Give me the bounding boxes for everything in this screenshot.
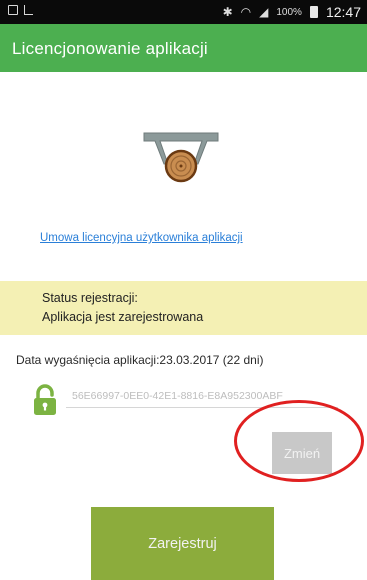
app-header: Licencjonowanie aplikacji [0, 24, 367, 72]
screenshot-icon [8, 5, 18, 15]
register-button[interactable]: Zarejestruj [91, 507, 274, 580]
license-key-field[interactable] [66, 384, 338, 408]
registration-status-value: Aplikacja jest zarejestrowana [42, 310, 204, 324]
main-content: Umowa licencyjna użytkownika aplikacji S… [0, 72, 367, 580]
clock: 12:47 [325, 4, 361, 20]
license-agreement-link[interactable]: Umowa licencyjna użytkownika aplikacji [40, 232, 243, 244]
status-bar: ✱ ◠ ◢ 100% 12:47 [0, 0, 367, 24]
registration-status-label: Status rejestracji: [42, 291, 138, 305]
battery-icon [309, 6, 318, 18]
wifi-icon: ◠ [240, 5, 252, 19]
battery-percent: 100% [276, 6, 302, 18]
status-bar-right: ✱ ◠ ◢ 100% 12:47 [223, 4, 361, 20]
sim-icon [24, 5, 33, 15]
expiry-date: Data wygaśnięcia aplikacji:23.03.2017 (2… [16, 353, 264, 367]
unlocked-padlock-icon [34, 384, 56, 415]
registration-status-box: Status rejestracji: Aplikacja jest zarej… [0, 281, 367, 335]
change-button[interactable]: Zmień [272, 432, 332, 474]
status-bar-left [8, 5, 33, 15]
bluetooth-icon: ✱ [222, 5, 233, 19]
app-logo-icon [143, 132, 219, 183]
signal-icon: ◢ [259, 5, 269, 19]
page-title: Licencjonowanie aplikacji [12, 39, 208, 58]
